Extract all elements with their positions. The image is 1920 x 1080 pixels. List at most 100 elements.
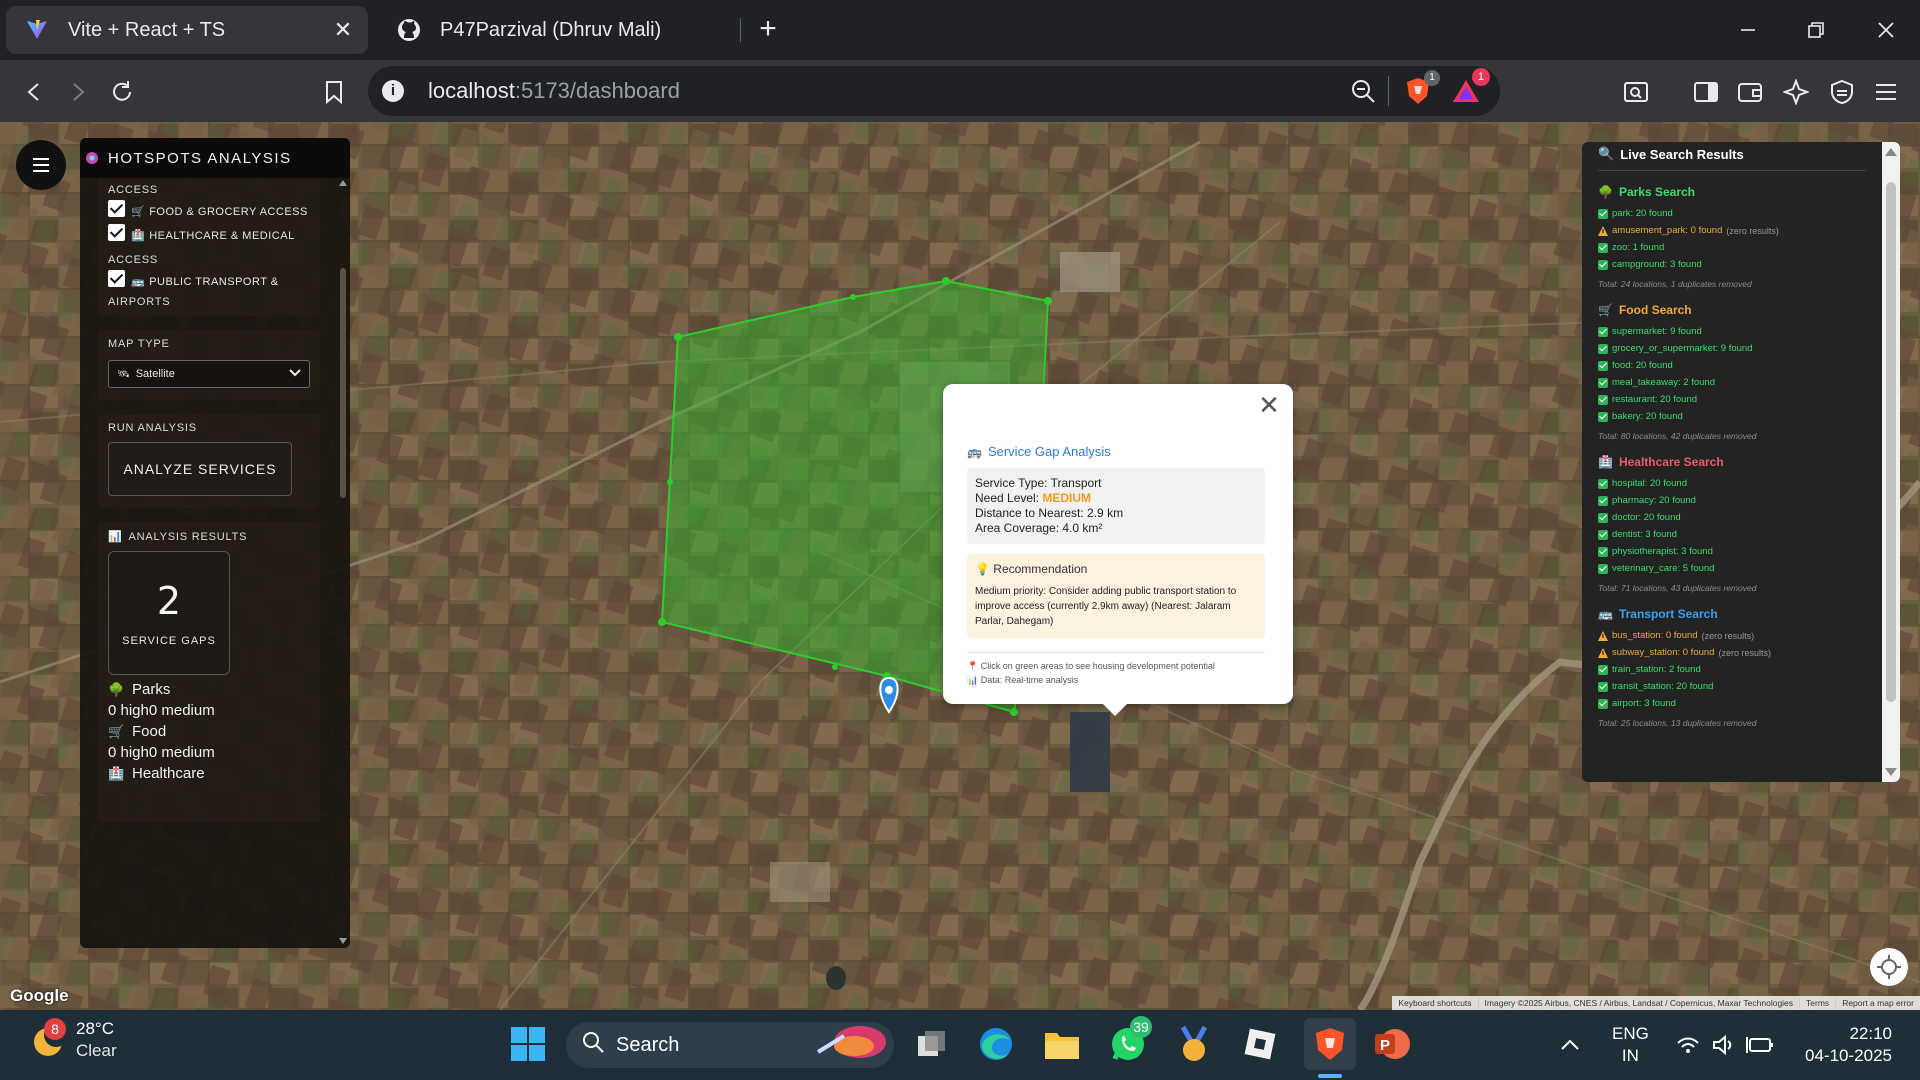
hamburger-menu-button[interactable]: [16, 140, 66, 190]
close-tab-icon[interactable]: ✕: [328, 15, 358, 45]
service-gaps-count: 2: [156, 579, 182, 623]
bookmark-icon[interactable]: [314, 72, 354, 112]
map-type-section: MAP TYPE 🛰 Satellite: [98, 330, 320, 400]
search-group-title: 🚌 Transport Search: [1598, 607, 1718, 621]
volume-icon[interactable]: [1712, 1010, 1736, 1080]
search-result-row: restaurant: 20 found: [1598, 391, 1866, 408]
tab-vite[interactable]: Vite + React + TS ✕: [6, 6, 368, 54]
battery-icon[interactable]: [1746, 1010, 1774, 1080]
taskbar-search[interactable]: Search: [566, 1022, 894, 1068]
cart-icon: 🛒: [108, 723, 125, 739]
live-search-content[interactable]: 🔍 Live Search Results 🌳 Parks Search park: …: [1582, 142, 1882, 782]
report-error-link[interactable]: Report a map error: [1836, 998, 1920, 1008]
chart-icon: 📊: [108, 531, 123, 543]
site-info-icon[interactable]: i: [382, 80, 404, 102]
search-result-row: airport: 3 found: [1598, 695, 1866, 712]
checkbox-checked[interactable]: [108, 224, 125, 241]
chart-icon: 📊: [967, 675, 979, 685]
recommendation-box: 💡 Recommendation Medium priority: Consid…: [967, 554, 1265, 638]
check-icon: [1598, 208, 1608, 219]
reload-button[interactable]: [102, 72, 142, 112]
forward-button[interactable]: [58, 72, 98, 112]
clock[interactable]: 22:10 04-10-2025: [1796, 1010, 1892, 1080]
check-icon: [1598, 495, 1608, 506]
search-result-row: pharmacy: 20 found: [1598, 492, 1866, 509]
live-search-scrollbar[interactable]: [1882, 142, 1900, 782]
main-menu-icon[interactable]: [1866, 72, 1906, 112]
back-button[interactable]: [14, 72, 54, 112]
restore-button[interactable]: [1782, 0, 1850, 60]
checkbox-checked[interactable]: [108, 200, 125, 217]
panel-scrollbar[interactable]: [338, 178, 348, 948]
check-icon: [1598, 259, 1608, 270]
wallet-icon[interactable]: [1730, 72, 1770, 112]
search-group-title: 🛒 Food Search: [1598, 303, 1692, 317]
minimize-button[interactable]: [1714, 0, 1782, 60]
file-explorer-icon[interactable]: [1040, 1022, 1084, 1066]
category-icon: 🌳: [1598, 185, 1613, 199]
zoom-icon[interactable]: [1350, 78, 1376, 109]
moon-icon: 8: [28, 1018, 68, 1060]
whatsapp-icon[interactable]: 39: [1106, 1016, 1152, 1066]
vpn-icon[interactable]: [1822, 72, 1862, 112]
check-icon: [1598, 563, 1608, 574]
medal-app-icon[interactable]: [1172, 1022, 1216, 1066]
search-result-row: grocery_or_supermarket: 9 found: [1598, 340, 1866, 357]
address-bar[interactable]: i localhost:5173/dashboard 1 1: [368, 66, 1500, 116]
healthcare-checkbox[interactable]: 🏥 HEALTHCARE & MEDICAL: [108, 224, 310, 248]
browser-tab-bar: Vite + React + TS ✕ P47Parzival (Dhruv M…: [0, 0, 1920, 60]
healthcare-icon: 🏥: [131, 230, 146, 242]
map-type-select[interactable]: 🛰 Satellite: [108, 360, 310, 388]
food-grocery-checkbox[interactable]: 🛒 FOOD & GROCERY ACCESS: [108, 200, 310, 224]
brave-browser-icon[interactable]: [1304, 1018, 1356, 1070]
windows-start-icon[interactable]: [506, 1022, 550, 1066]
show-hidden-icons[interactable]: [1560, 1010, 1580, 1080]
search-group-total: Total: 80 locations, 42 duplicates remov…: [1598, 431, 1757, 441]
warning-icon: [1598, 225, 1608, 236]
weather-widget[interactable]: 8 28°C Clear: [28, 1018, 117, 1062]
close-window-button[interactable]: [1852, 0, 1920, 60]
edge-icon[interactable]: [974, 1022, 1018, 1066]
bus-icon: 🚌: [967, 444, 982, 459]
close-icon[interactable]: ✕: [1257, 392, 1281, 418]
coverage-text: Area Coverage: 4.0 km²: [975, 521, 1103, 535]
section-label: MAP TYPE: [108, 338, 170, 350]
sidebar-toggle-icon[interactable]: [1686, 72, 1726, 112]
search-result-row: train_station: 2 found: [1598, 661, 1866, 678]
check-icon: [1598, 377, 1608, 388]
checkbox-checked[interactable]: [108, 270, 125, 287]
tab-github[interactable]: P47Parzival (Dhruv Mali): [378, 6, 738, 54]
analyze-services-button[interactable]: ANALYZE SERVICES: [108, 442, 292, 496]
search-result-row: doctor: 20 found: [1598, 509, 1866, 526]
search-result-row: transit_station: 20 found: [1598, 678, 1866, 695]
rewards-badge: 1: [1472, 68, 1490, 86]
search-result-row: zoo: 1 found: [1598, 239, 1866, 256]
leo-ai-icon[interactable]: [1776, 72, 1816, 112]
search-result-row: hospital: 20 found: [1598, 475, 1866, 492]
check-icon: [1598, 411, 1608, 422]
reader-mode-icon[interactable]: [1616, 72, 1656, 112]
powerpoint-icon[interactable]: P: [1370, 1022, 1414, 1066]
check-icon: [1598, 681, 1608, 692]
panel-scroll-area[interactable]: ACCESS 🛒 FOOD & GROCERY ACCESS 🏥 HEALTHCAR…: [80, 178, 338, 948]
new-tab-button[interactable]: +: [752, 14, 784, 46]
url-text[interactable]: localhost:5173/dashboard: [428, 78, 680, 104]
category-icon: 🏥: [1598, 455, 1613, 469]
terms-link[interactable]: Terms: [1800, 998, 1837, 1008]
airports-label: AIRPORTS: [108, 296, 171, 308]
live-search-panel: 🔍 Live Search Results 🌳 Parks Search park: …: [1582, 142, 1900, 782]
distance-text: Distance to Nearest: 2.9 km: [975, 506, 1124, 520]
language-indicator[interactable]: ENG IN: [1612, 1010, 1649, 1080]
keyboard-shortcuts-link[interactable]: Keyboard shortcuts: [1392, 998, 1479, 1008]
roblox-studio-icon[interactable]: [1238, 1022, 1282, 1066]
recenter-map-button[interactable]: [1870, 948, 1908, 986]
check-icon: [1598, 343, 1608, 354]
panel-title: HOTSPOTS ANALYSIS: [108, 149, 292, 167]
web-viewport: HOTSPOTS ANALYSIS ACCESS 🛒 FOOD & GROCERY…: [0, 122, 1920, 1010]
task-view-icon[interactable]: [910, 1022, 954, 1066]
popup-title: 🚌 Service Gap Analysis: [967, 444, 1111, 459]
active-app-indicator: [1318, 1074, 1342, 1078]
pin-icon: 📍: [967, 661, 979, 671]
wifi-icon[interactable]: [1676, 1010, 1700, 1080]
transport-checkbox[interactable]: 🚌 PUBLIC TRANSPORT &: [108, 270, 310, 294]
